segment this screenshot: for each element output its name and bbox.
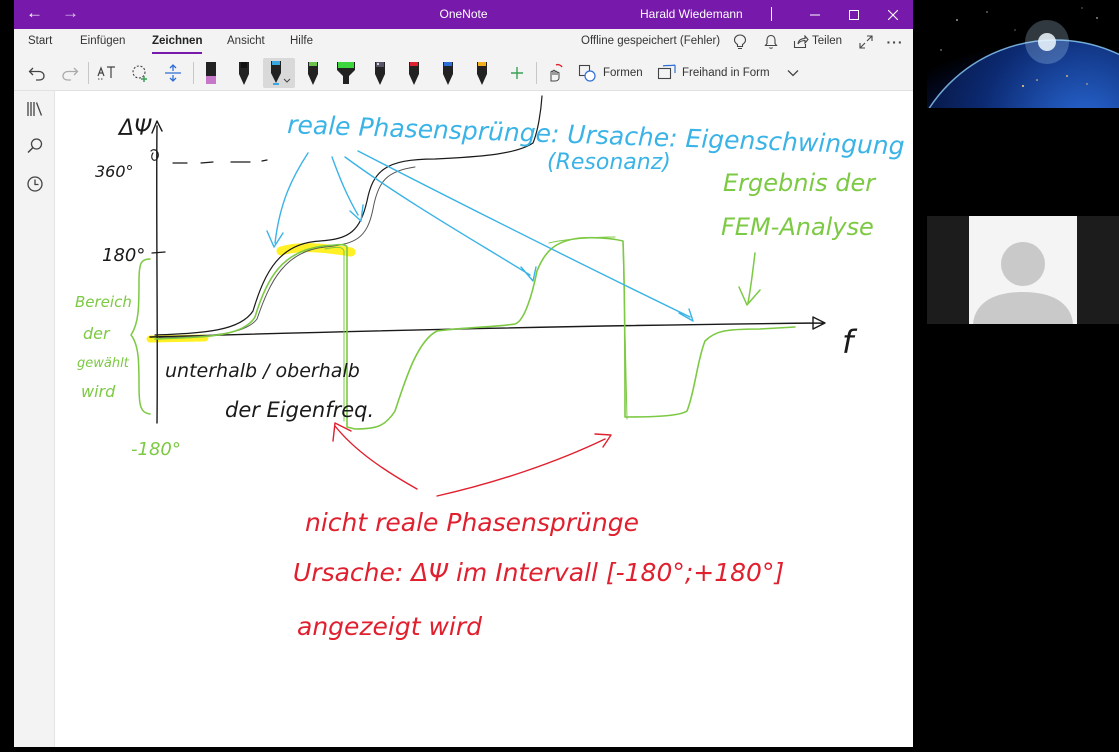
person-placeholder-icon xyxy=(973,242,1073,324)
below-note-line-2: der Eigenfreq. xyxy=(225,398,374,422)
notebooks-icon[interactable] xyxy=(25,99,45,119)
left-note-1: Bereich xyxy=(75,293,132,311)
red-note-line-3: angezeigt wird xyxy=(297,612,482,641)
range-bracket xyxy=(130,258,151,415)
left-navigation xyxy=(14,91,55,747)
pen-galaxy-icon[interactable] xyxy=(367,58,393,88)
share-button[interactable]: Teilen xyxy=(812,29,842,54)
tab-start[interactable]: Start xyxy=(28,29,52,54)
label-delta-phi: ΔΨ xyxy=(117,116,152,141)
shapes-button[interactable]: Formen xyxy=(603,56,643,90)
left-note-2: der xyxy=(83,324,111,343)
fem-note-line-1: Ergebnis der xyxy=(723,169,877,197)
add-pen-icon[interactable] xyxy=(504,58,530,88)
ink-to-text-icon[interactable] xyxy=(94,58,120,88)
touch-draw-icon[interactable] xyxy=(541,58,567,88)
bell-icon[interactable] xyxy=(762,33,780,51)
pen-blue-dark-icon[interactable] xyxy=(435,58,461,88)
tab-zeichnen[interactable]: Zeichnen xyxy=(152,29,203,54)
user-name[interactable]: Harald Wiedemann xyxy=(640,0,743,29)
earth-from-space-image xyxy=(927,0,1119,108)
red-arrow-2 xyxy=(436,433,612,497)
undo-icon[interactable] xyxy=(24,58,50,88)
shapes-icon[interactable] xyxy=(574,58,600,88)
left-note-3: gewählt xyxy=(77,356,130,371)
label-minus-180: -180° xyxy=(131,439,181,460)
lasso-select-icon[interactable] xyxy=(127,58,153,88)
sync-status[interactable]: Offline gespeichert (Fehler) xyxy=(581,29,720,54)
ink-to-shape-icon[interactable] xyxy=(654,58,680,88)
fem-note-line-2: FEM-Analyse xyxy=(721,213,874,241)
highlighter-pink-icon[interactable] xyxy=(198,58,224,88)
tab-einfuegen[interactable]: Einfügen xyxy=(80,29,125,54)
label-180: 180° xyxy=(102,245,145,266)
insert-space-icon[interactable] xyxy=(160,58,186,88)
pen-yellow-icon[interactable] xyxy=(469,58,495,88)
pen-green-icon[interactable] xyxy=(300,58,326,88)
redo-icon[interactable] xyxy=(57,58,83,88)
blue-arrow-3 xyxy=(344,156,537,282)
recent-icon[interactable] xyxy=(25,174,45,194)
search-icon[interactable] xyxy=(25,136,45,156)
label-f: f xyxy=(842,323,858,361)
tab-hilfe[interactable]: Hilfe xyxy=(290,29,313,54)
close-icon[interactable] xyxy=(875,0,911,29)
avatar xyxy=(969,216,1077,324)
red-note-line-1: nicht reale Phasensprünge xyxy=(305,508,639,537)
note-page-canvas[interactable]: ΔΨ f 360° 180° -180° Bereich der gewählt… xyxy=(55,91,913,747)
pen-black-icon[interactable] xyxy=(231,58,257,88)
minimize-icon[interactable] xyxy=(797,0,833,29)
chevron-down-icon[interactable] xyxy=(780,58,806,88)
title-bar: ← → OneNote Harald Wiedemann xyxy=(14,0,913,29)
more-options-icon[interactable]: ··· xyxy=(886,33,904,51)
ink-to-shape-button[interactable]: Freihand in Form xyxy=(682,56,770,90)
participant-video-tile xyxy=(927,216,1119,324)
maximize-icon[interactable] xyxy=(836,0,872,29)
red-note-line-2: Ursache: ΔΨ im Intervall [-180°;+180°] xyxy=(293,558,784,587)
title-separator xyxy=(771,7,772,21)
share-icon[interactable] xyxy=(792,33,810,51)
left-note-4: wird xyxy=(81,382,116,401)
pen-red-icon[interactable] xyxy=(401,58,427,88)
tab-ansicht[interactable]: Ansicht xyxy=(227,29,265,54)
drawing-toolbar: Formen Freihand in Form xyxy=(14,56,913,91)
red-arrow-1 xyxy=(332,422,418,490)
pen-blue-selected-icon[interactable] xyxy=(263,58,295,88)
label-360: 360° xyxy=(95,162,134,181)
tick-180 xyxy=(151,251,166,254)
blue-arrow-1 xyxy=(266,152,309,248)
onenote-window: ← → OneNote Harald Wiedemann Start Einfü… xyxy=(14,0,913,747)
top-note-line-2: (Resonanz) xyxy=(547,150,671,175)
expand-icon[interactable] xyxy=(857,33,875,51)
highlighter-green-icon[interactable] xyxy=(333,58,359,88)
dashed-360 xyxy=(172,159,268,164)
app-title: OneNote xyxy=(439,7,488,21)
handwritten-drawing: ΔΨ f 360° 180° -180° Bereich der gewählt… xyxy=(75,95,905,641)
earth-video-tile xyxy=(927,0,1119,108)
fem-arrow xyxy=(738,252,761,306)
lightbulb-icon[interactable] xyxy=(731,33,749,51)
y-axis xyxy=(151,120,163,424)
blue-arrow-4 xyxy=(357,150,694,322)
ribbon-tabs: Start Einfügen Zeichnen Ansicht Hilfe Of… xyxy=(14,29,913,56)
below-note-line-1: unterhalb / oberhalb xyxy=(165,360,360,382)
